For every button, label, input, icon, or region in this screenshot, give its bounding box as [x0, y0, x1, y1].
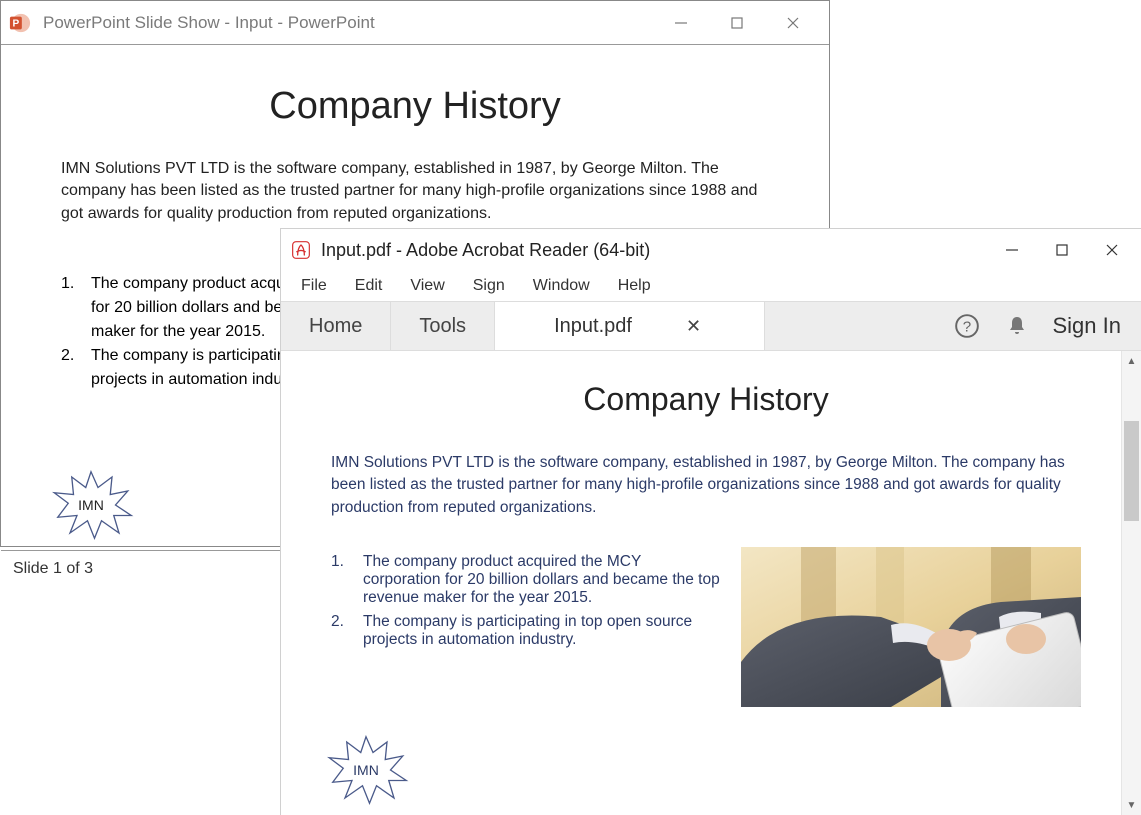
list-item: 2. The company is participating in top o… [331, 613, 721, 649]
document-tab-label: Input.pdf [554, 315, 632, 338]
acrobat-menubar: File Edit View Sign Window Help [281, 271, 1141, 301]
document-tab-close-icon[interactable]: ✕ [682, 316, 705, 337]
tab-document[interactable]: Input.pdf ✕ [495, 302, 765, 350]
scroll-up-icon[interactable]: ▲ [1122, 351, 1141, 371]
svg-text:?: ? [962, 318, 970, 335]
list-item: 1. The company product acquired the MCY … [331, 553, 721, 607]
vertical-scrollbar[interactable]: ▲ ▼ [1121, 351, 1141, 815]
pdf-embedded-image [741, 547, 1081, 707]
pdf-paragraph: IMN Solutions PVT LTD is the software co… [331, 452, 1081, 519]
acrobat-app-icon [291, 240, 311, 260]
sign-in-button[interactable]: Sign In [1053, 313, 1122, 339]
starburst-label: IMN [46, 470, 136, 540]
acrobat-toolbar-right: ? Sign In [943, 302, 1141, 350]
menu-sign[interactable]: Sign [459, 274, 519, 298]
close-button[interactable] [765, 3, 821, 43]
menu-file[interactable]: File [287, 274, 341, 298]
tab-home[interactable]: Home [281, 302, 391, 350]
pdf-heading: Company History [331, 381, 1081, 418]
starburst-shape: IMN [321, 735, 411, 805]
close-button[interactable] [1087, 231, 1137, 269]
acrobat-window: Input.pdf - Adobe Acrobat Reader (64-bit… [281, 229, 1141, 815]
starburst-label: IMN [321, 735, 411, 805]
notifications-bell-icon[interactable] [1003, 312, 1031, 340]
svg-text:P: P [13, 18, 20, 29]
acrobat-document-viewport[interactable]: Company History IMN Solutions PVT LTD is… [281, 351, 1121, 815]
tab-tools[interactable]: Tools [391, 302, 495, 350]
acrobat-title: Input.pdf - Adobe Acrobat Reader (64-bit… [321, 240, 650, 261]
menu-window[interactable]: Window [519, 274, 604, 298]
minimize-button[interactable] [653, 3, 709, 43]
help-icon[interactable]: ? [953, 312, 981, 340]
menu-help[interactable]: Help [604, 274, 665, 298]
maximize-button[interactable] [709, 3, 765, 43]
acrobat-tabbar: Home Tools Input.pdf ✕ ? Sign In [281, 301, 1141, 351]
powerpoint-titlebar: P PowerPoint Slide Show - Input - PowerP… [1, 1, 829, 45]
minimize-button[interactable] [987, 231, 1037, 269]
menu-view[interactable]: View [396, 274, 458, 298]
powerpoint-app-icon: P [9, 12, 31, 34]
scroll-down-icon[interactable]: ▼ [1122, 795, 1141, 815]
acrobat-titlebar: Input.pdf - Adobe Acrobat Reader (64-bit… [281, 229, 1141, 271]
powerpoint-title: PowerPoint Slide Show - Input - PowerPoi… [43, 13, 375, 33]
slide-heading: Company History [61, 85, 769, 128]
starburst-shape: IMN [46, 470, 136, 540]
slide-counter: Slide 1 of 3 [13, 560, 93, 578]
maximize-button[interactable] [1037, 231, 1087, 269]
slide-paragraph: IMN Solutions PVT LTD is the software co… [61, 158, 769, 225]
scroll-thumb[interactable] [1124, 421, 1139, 521]
pdf-list: 1. The company product acquired the MCY … [331, 547, 721, 707]
menu-edit[interactable]: Edit [341, 274, 397, 298]
